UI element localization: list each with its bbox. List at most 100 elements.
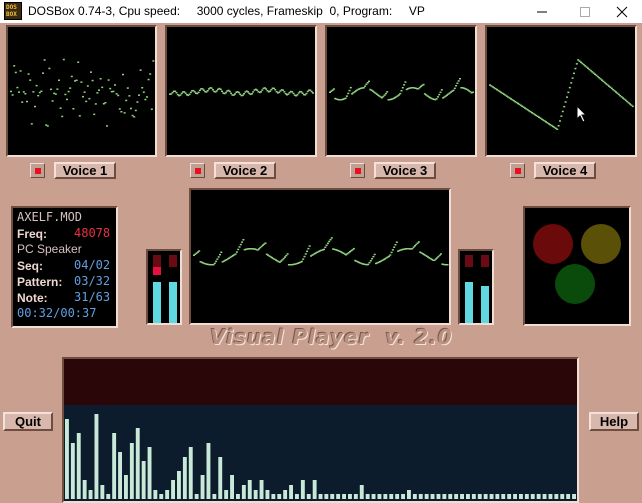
wave-sample bbox=[457, 80, 460, 82]
spectrum-bar bbox=[530, 494, 535, 499]
wave-sample bbox=[323, 248, 325, 251]
wave-sample bbox=[197, 91, 200, 94]
wave-sample bbox=[235, 251, 238, 253]
dosbox-client-area[interactable]: Voice 1 Voice 2 Voice 3 Voice 4 AXELF.MO… bbox=[0, 23, 642, 503]
spectrum-level-zone bbox=[64, 405, 577, 501]
note-value: 31/63 bbox=[74, 290, 111, 304]
spectrum-bar bbox=[265, 490, 270, 499]
wave-sample bbox=[390, 251, 393, 254]
wave-sample bbox=[415, 243, 418, 246]
wave-sample bbox=[220, 251, 223, 253]
wave-sample bbox=[234, 253, 237, 255]
wave-sample bbox=[325, 244, 328, 247]
wave-sample bbox=[440, 89, 443, 91]
wave-sample bbox=[282, 89, 285, 91]
wave-sample bbox=[310, 90, 313, 93]
voice-3-toggle[interactable] bbox=[350, 163, 365, 178]
wave-sample bbox=[51, 100, 54, 102]
spectrum-bar bbox=[507, 494, 512, 499]
wave-sample bbox=[24, 93, 27, 95]
spectrum-bar bbox=[359, 485, 364, 499]
wave-sample bbox=[85, 100, 88, 103]
spectrum-bar bbox=[430, 494, 435, 499]
voice-4-scope bbox=[485, 25, 637, 157]
voice-4-button[interactable]: Voice 4 bbox=[534, 162, 596, 179]
help-button[interactable]: Help bbox=[589, 412, 639, 431]
spectrum-bar bbox=[324, 494, 329, 499]
wave-sample bbox=[352, 247, 355, 250]
note-label: Note: bbox=[17, 291, 48, 305]
wave-sample bbox=[234, 93, 236, 95]
wave-sample bbox=[260, 91, 262, 93]
wave-sample bbox=[281, 259, 284, 261]
wave-sample bbox=[22, 91, 25, 93]
wave-sample bbox=[404, 81, 407, 83]
spectrum-bar bbox=[548, 494, 553, 499]
wave-sample bbox=[215, 90, 218, 92]
wave-sample bbox=[50, 88, 52, 91]
spectrum-bar bbox=[542, 494, 547, 499]
voice-1-button[interactable]: Voice 1 bbox=[54, 162, 116, 179]
spectrum-bar bbox=[194, 494, 199, 499]
spectrum-bar bbox=[460, 494, 464, 499]
spectrum-bar bbox=[412, 494, 417, 499]
spectrum-bar bbox=[383, 494, 388, 499]
wave-sample bbox=[210, 87, 213, 89]
wave-sample bbox=[198, 89, 201, 92]
voice-2-button[interactable]: Voice 2 bbox=[214, 162, 276, 179]
wave-sample bbox=[273, 87, 275, 90]
wave-sample bbox=[304, 253, 307, 255]
wave-sample bbox=[179, 94, 182, 96]
wave-sample bbox=[247, 91, 249, 93]
wave-sample bbox=[287, 93, 290, 95]
close-icon bbox=[616, 6, 628, 18]
wave-sample bbox=[109, 87, 112, 90]
wave-sample bbox=[106, 125, 108, 127]
spectrum-peak-zone bbox=[64, 359, 577, 405]
spectrum-bar bbox=[554, 494, 559, 499]
wave-sample bbox=[61, 115, 64, 118]
wave-sample bbox=[120, 111, 123, 113]
freq-label: Freq: bbox=[17, 227, 47, 241]
wave-sample bbox=[230, 92, 233, 95]
voice-4-waveform bbox=[489, 59, 634, 130]
minimize-button[interactable] bbox=[520, 0, 566, 23]
voice-3-button[interactable]: Voice 3 bbox=[374, 162, 436, 179]
vu-bar bbox=[169, 282, 177, 323]
wave-sample bbox=[112, 90, 115, 93]
wave-sample bbox=[118, 108, 121, 110]
wave-sample bbox=[115, 93, 118, 95]
wave-sample bbox=[382, 95, 385, 98]
wave-sample bbox=[239, 93, 242, 95]
voice-2-toggle[interactable] bbox=[190, 163, 205, 178]
wave-sample bbox=[206, 90, 209, 92]
wave-sample bbox=[128, 95, 131, 97]
wave-sample bbox=[175, 92, 178, 94]
wave-sample bbox=[180, 92, 183, 95]
wave-sample bbox=[574, 67, 577, 70]
channel-lights bbox=[523, 206, 631, 326]
wave-sample bbox=[54, 93, 57, 95]
wave-sample bbox=[46, 125, 49, 127]
spectrum-bar bbox=[295, 494, 299, 499]
wave-sample bbox=[573, 72, 575, 75]
spectrum-bar bbox=[536, 494, 541, 499]
voice-4-toggle[interactable] bbox=[510, 163, 525, 178]
wave-sample bbox=[324, 246, 327, 249]
title-bar: DOS BOX DOSBox 0.74-3, Cpu speed: 3000 c… bbox=[0, 0, 642, 23]
close-button[interactable] bbox=[600, 0, 642, 23]
spectrum-analyzer bbox=[62, 357, 579, 503]
voice-1-toggle[interactable] bbox=[30, 163, 45, 178]
spectrum-bar bbox=[572, 494, 576, 499]
wave-sample bbox=[99, 78, 102, 80]
wave-sample bbox=[83, 91, 86, 93]
wave-sample bbox=[107, 79, 110, 81]
spectrum-bar bbox=[489, 494, 494, 499]
quit-button[interactable]: Quit bbox=[3, 412, 53, 431]
wave-sample bbox=[285, 254, 288, 257]
wave-sample bbox=[308, 245, 311, 247]
wave-sample bbox=[568, 86, 571, 89]
wave-sample bbox=[269, 90, 272, 92]
master-waveform bbox=[193, 237, 449, 266]
dosbox-icon[interactable]: DOS BOX bbox=[4, 2, 22, 20]
